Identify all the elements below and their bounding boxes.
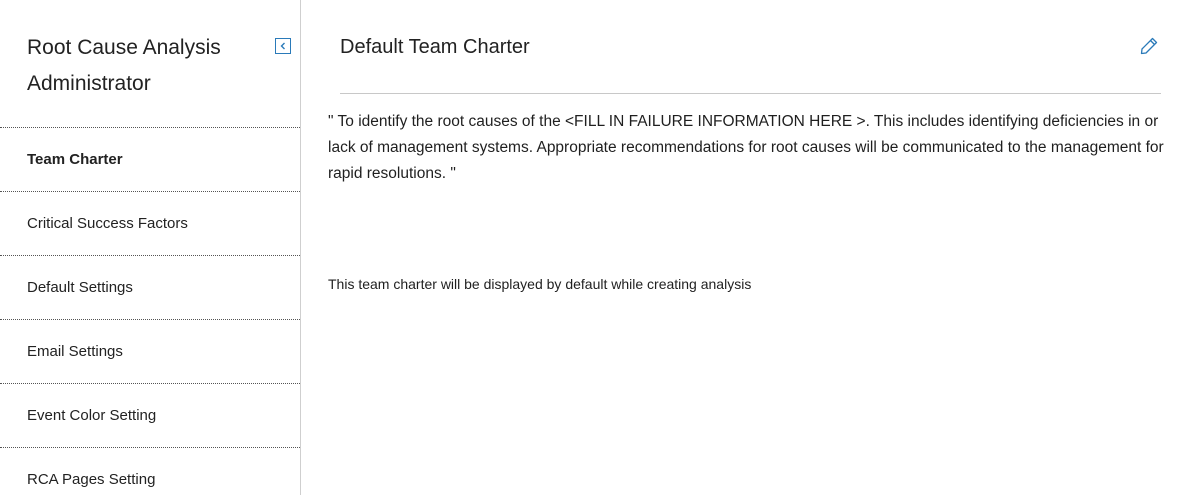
team-charter-text: " To identify the root causes of the <FI…: [328, 113, 1164, 182]
sidebar-item-rca-pages-setting[interactable]: RCA Pages Setting: [0, 447, 300, 495]
sidebar-item-email-settings[interactable]: Email Settings: [0, 319, 300, 383]
sidebar-item-event-color-setting[interactable]: Event Color Setting: [0, 383, 300, 447]
page-title: Default Team Charter: [340, 36, 530, 58]
sidebar-item-label: Event Color Setting: [27, 407, 157, 424]
edit-button[interactable]: [1139, 36, 1159, 56]
sidebar-item-critical-success-factors[interactable]: Critical Success Factors: [0, 191, 300, 255]
pencil-icon: [1140, 37, 1158, 55]
default-charter-note: This team charter will be displayed by d…: [328, 276, 752, 292]
sidebar-item-label: Critical Success Factors: [27, 215, 188, 232]
sidebar-nav: Team Charter Critical Success Factors De…: [0, 127, 300, 495]
sidebar-title-line1: Root Cause Analysis: [27, 36, 221, 59]
sidebar-item-label: Default Settings: [27, 279, 133, 296]
sidebar-item-label: Team Charter: [27, 151, 123, 168]
sidebar-item-label: Email Settings: [27, 343, 123, 360]
sidebar-header: Root Cause Analysis Administrator: [27, 30, 257, 120]
collapse-sidebar-button[interactable]: [275, 38, 291, 54]
sidebar: Root Cause Analysis Administrator Team C…: [0, 0, 301, 495]
sidebar-item-default-settings[interactable]: Default Settings: [0, 255, 300, 319]
sidebar-item-team-charter[interactable]: Team Charter: [0, 127, 300, 191]
chevron-left-icon: [280, 42, 285, 50]
sidebar-title-line2: Administrator: [27, 72, 151, 95]
sidebar-item-label: RCA Pages Setting: [27, 471, 156, 488]
main-header: Default Team Charter: [340, 34, 1161, 94]
main-panel: Default Team Charter " To identify the r…: [302, 0, 1184, 495]
app-root: Root Cause Analysis Administrator Team C…: [0, 0, 1184, 495]
